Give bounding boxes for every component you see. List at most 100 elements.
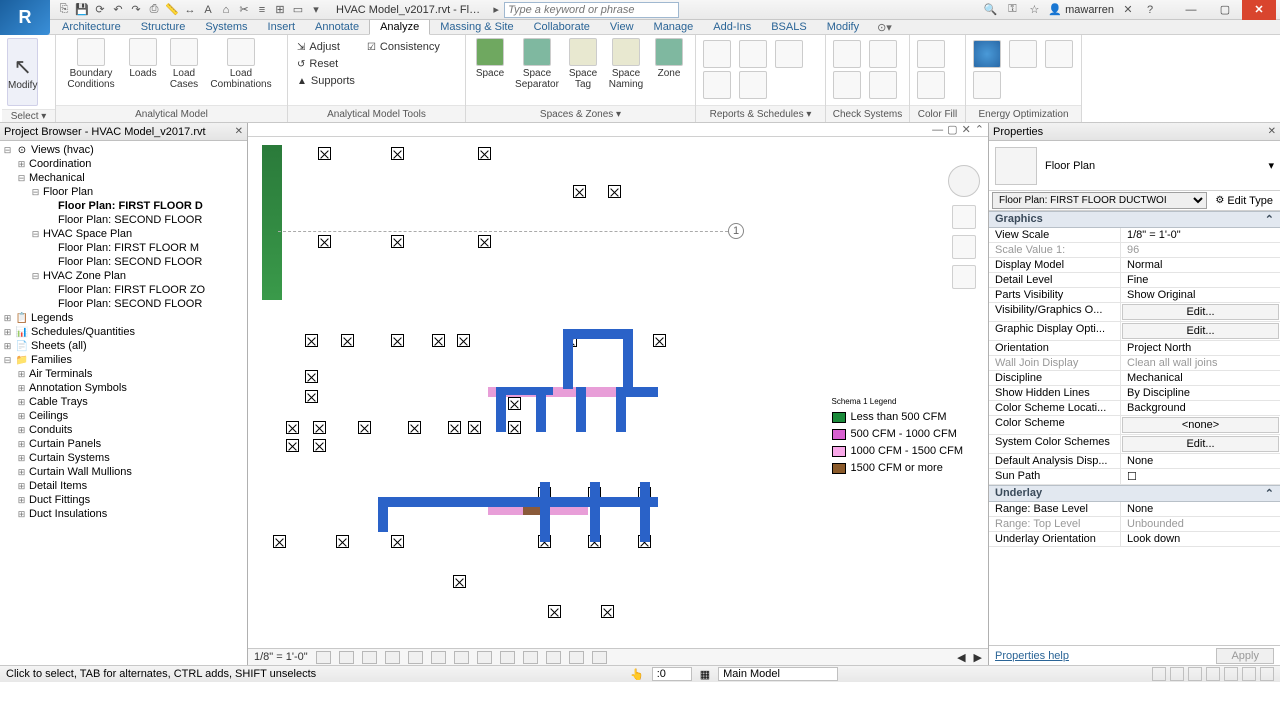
switch-win-icon[interactable]: ▭ bbox=[290, 2, 306, 18]
pipe-report-icon[interactable] bbox=[775, 40, 803, 68]
thin-lines-icon[interactable]: ≡ bbox=[254, 2, 270, 18]
section-icon[interactable]: ✂ bbox=[236, 2, 252, 18]
edit-button[interactable]: Edit... bbox=[1122, 436, 1279, 452]
reveal-hidden-icon[interactable] bbox=[523, 651, 538, 664]
face-select-icon[interactable] bbox=[1242, 667, 1256, 681]
select-links-icon[interactable] bbox=[1188, 667, 1202, 681]
hvac-loads-icon[interactable] bbox=[703, 40, 731, 68]
space-naming-button[interactable]: Space Naming bbox=[605, 38, 647, 90]
close-icon[interactable]: ✕ bbox=[235, 126, 243, 137]
tab-insert[interactable]: Insert bbox=[258, 20, 306, 34]
tab-annotate[interactable]: Annotate bbox=[305, 20, 369, 34]
open-icon[interactable]: ⎘ bbox=[56, 2, 72, 18]
load-combinations-button[interactable]: Load Combinations bbox=[207, 38, 275, 90]
scale-display[interactable]: 1/8" = 1'-0" bbox=[254, 651, 308, 663]
ribbon-collapse-icon[interactable]: ⊙▾ bbox=[877, 21, 892, 34]
close-icon[interactable]: ✕ bbox=[1268, 126, 1276, 137]
visual-style-icon[interactable] bbox=[339, 651, 354, 664]
redo-icon[interactable]: ↷ bbox=[128, 2, 144, 18]
schedule-icon[interactable] bbox=[739, 40, 767, 68]
disconnects-icon[interactable] bbox=[869, 71, 897, 99]
loads-button[interactable]: Loads bbox=[125, 38, 161, 79]
user-account[interactable]: 👤 mawarren bbox=[1048, 3, 1114, 16]
check-pipe-icon[interactable] bbox=[833, 71, 861, 99]
consistency-button[interactable]: ☑ Consistency bbox=[365, 40, 442, 54]
view-cube[interactable] bbox=[948, 165, 980, 197]
edit-type-button[interactable]: ⚙ Edit Type bbox=[1211, 195, 1277, 207]
design-options-icon[interactable] bbox=[1152, 667, 1166, 681]
supports-button[interactable]: ▲ Supports bbox=[295, 74, 357, 88]
options-icon[interactable]: ⌃ bbox=[975, 123, 984, 136]
help-icon[interactable]: ? bbox=[1142, 2, 1158, 18]
analytical-icon[interactable] bbox=[569, 651, 584, 664]
properties-header[interactable]: Properties✕ bbox=[989, 123, 1280, 141]
tab-bsals[interactable]: BSALS bbox=[761, 20, 816, 34]
comm-icon[interactable]: ⚿ bbox=[1004, 2, 1020, 18]
fav-icon[interactable]: ☆ bbox=[1026, 2, 1042, 18]
panel-schedule-icon[interactable] bbox=[703, 71, 731, 99]
load-cases-button[interactable]: Load Cases bbox=[165, 38, 203, 90]
tab-addins[interactable]: Add-Ins bbox=[703, 20, 761, 34]
boundary-conditions-button[interactable]: Boundary Conditions bbox=[61, 38, 121, 90]
dim-icon[interactable]: ↔ bbox=[182, 2, 198, 18]
recent-icon[interactable]: ▸ bbox=[488, 2, 504, 18]
view-minimize-icon[interactable]: — bbox=[932, 124, 943, 136]
worksharing-icon[interactable] bbox=[546, 651, 561, 664]
color-scheme-button[interactable]: <none> bbox=[1122, 417, 1279, 433]
zone-button[interactable]: Zone bbox=[651, 38, 687, 79]
space-tag-button[interactable]: Space Tag bbox=[565, 38, 601, 90]
pan-icon[interactable] bbox=[952, 235, 976, 259]
shadows-icon[interactable] bbox=[385, 651, 400, 664]
apply-button[interactable]: Apply bbox=[1216, 648, 1274, 664]
view-restore-icon[interactable]: ▢ bbox=[947, 123, 957, 136]
project-browser-header[interactable]: Project Browser - HVAC Model_v2017.rvt✕ bbox=[0, 123, 247, 141]
color-scheme-icon[interactable] bbox=[917, 71, 945, 99]
highlight-icon[interactable] bbox=[592, 651, 607, 664]
workset-selector[interactable]: Main Model bbox=[718, 667, 838, 681]
check-duct-icon[interactable] bbox=[833, 40, 861, 68]
view-close-icon[interactable]: ✕ bbox=[962, 123, 971, 136]
tab-manage[interactable]: Manage bbox=[644, 20, 704, 34]
type-selector[interactable]: Floor Plan ▾ bbox=[989, 141, 1280, 191]
energy-model-icon[interactable] bbox=[973, 71, 1001, 99]
properties-grid[interactable]: Graphics⌃ View Scale1/8" = 1'-0" Scale V… bbox=[989, 211, 1280, 645]
search-input[interactable] bbox=[504, 2, 679, 18]
tab-analyze[interactable]: Analyze bbox=[369, 19, 430, 35]
check-circuits-icon[interactable] bbox=[869, 40, 897, 68]
tab-view[interactable]: View bbox=[600, 20, 644, 34]
color-fill-legend-icon[interactable] bbox=[917, 40, 945, 68]
edit-button[interactable]: Edit... bbox=[1122, 323, 1279, 339]
project-browser-tree[interactable]: ⊟⊙Views (hvac) ⊞Coordination ⊟Mechanical… bbox=[0, 141, 247, 665]
edit-button[interactable]: Edit... bbox=[1122, 304, 1279, 320]
sun-path-icon[interactable] bbox=[362, 651, 377, 664]
measure-icon[interactable]: 📏 bbox=[164, 2, 180, 18]
detail-level-icon[interactable] bbox=[316, 651, 331, 664]
tab-modify[interactable]: Modify bbox=[817, 20, 869, 34]
scroll-right-icon[interactable]: ▶ bbox=[974, 651, 982, 664]
select-underlay-icon[interactable] bbox=[1206, 667, 1220, 681]
energy-settings-icon[interactable] bbox=[973, 40, 1001, 68]
exchange-icon[interactable]: ✕ bbox=[1120, 2, 1136, 18]
run-sim-icon[interactable] bbox=[1009, 40, 1037, 68]
steering-wheel-icon[interactable] bbox=[952, 205, 976, 229]
temporary-hide-icon[interactable] bbox=[500, 651, 515, 664]
tab-systems[interactable]: Systems bbox=[195, 20, 257, 34]
save-icon[interactable]: 💾 bbox=[74, 2, 90, 18]
drawing-area[interactable]: — ▢ ✕ ⌃ 1 bbox=[248, 123, 988, 665]
properties-help-link[interactable]: Properties help bbox=[995, 650, 1069, 662]
adjust-button[interactable]: ⇲ Adjust bbox=[295, 40, 357, 54]
editable-only-icon[interactable] bbox=[1170, 667, 1184, 681]
instance-selector[interactable]: Floor Plan: FIRST FLOOR DUCTWOI bbox=[992, 192, 1207, 209]
search-icon[interactable]: 🔍 bbox=[982, 2, 998, 18]
tab-structure[interactable]: Structure bbox=[131, 20, 196, 34]
tab-collaborate[interactable]: Collaborate bbox=[524, 20, 600, 34]
crop-region-icon[interactable] bbox=[454, 651, 469, 664]
sun-path-checkbox[interactable] bbox=[1121, 469, 1280, 484]
duct-report-icon[interactable] bbox=[739, 71, 767, 99]
reset-button[interactable]: ↺ Reset bbox=[295, 57, 357, 71]
unlock-icon[interactable] bbox=[477, 651, 492, 664]
select-pinned-icon[interactable] bbox=[1224, 667, 1238, 681]
tab-architecture[interactable]: Architecture bbox=[52, 20, 131, 34]
text-icon[interactable]: A bbox=[200, 2, 216, 18]
filter-icon[interactable]: ▦ bbox=[700, 668, 710, 681]
